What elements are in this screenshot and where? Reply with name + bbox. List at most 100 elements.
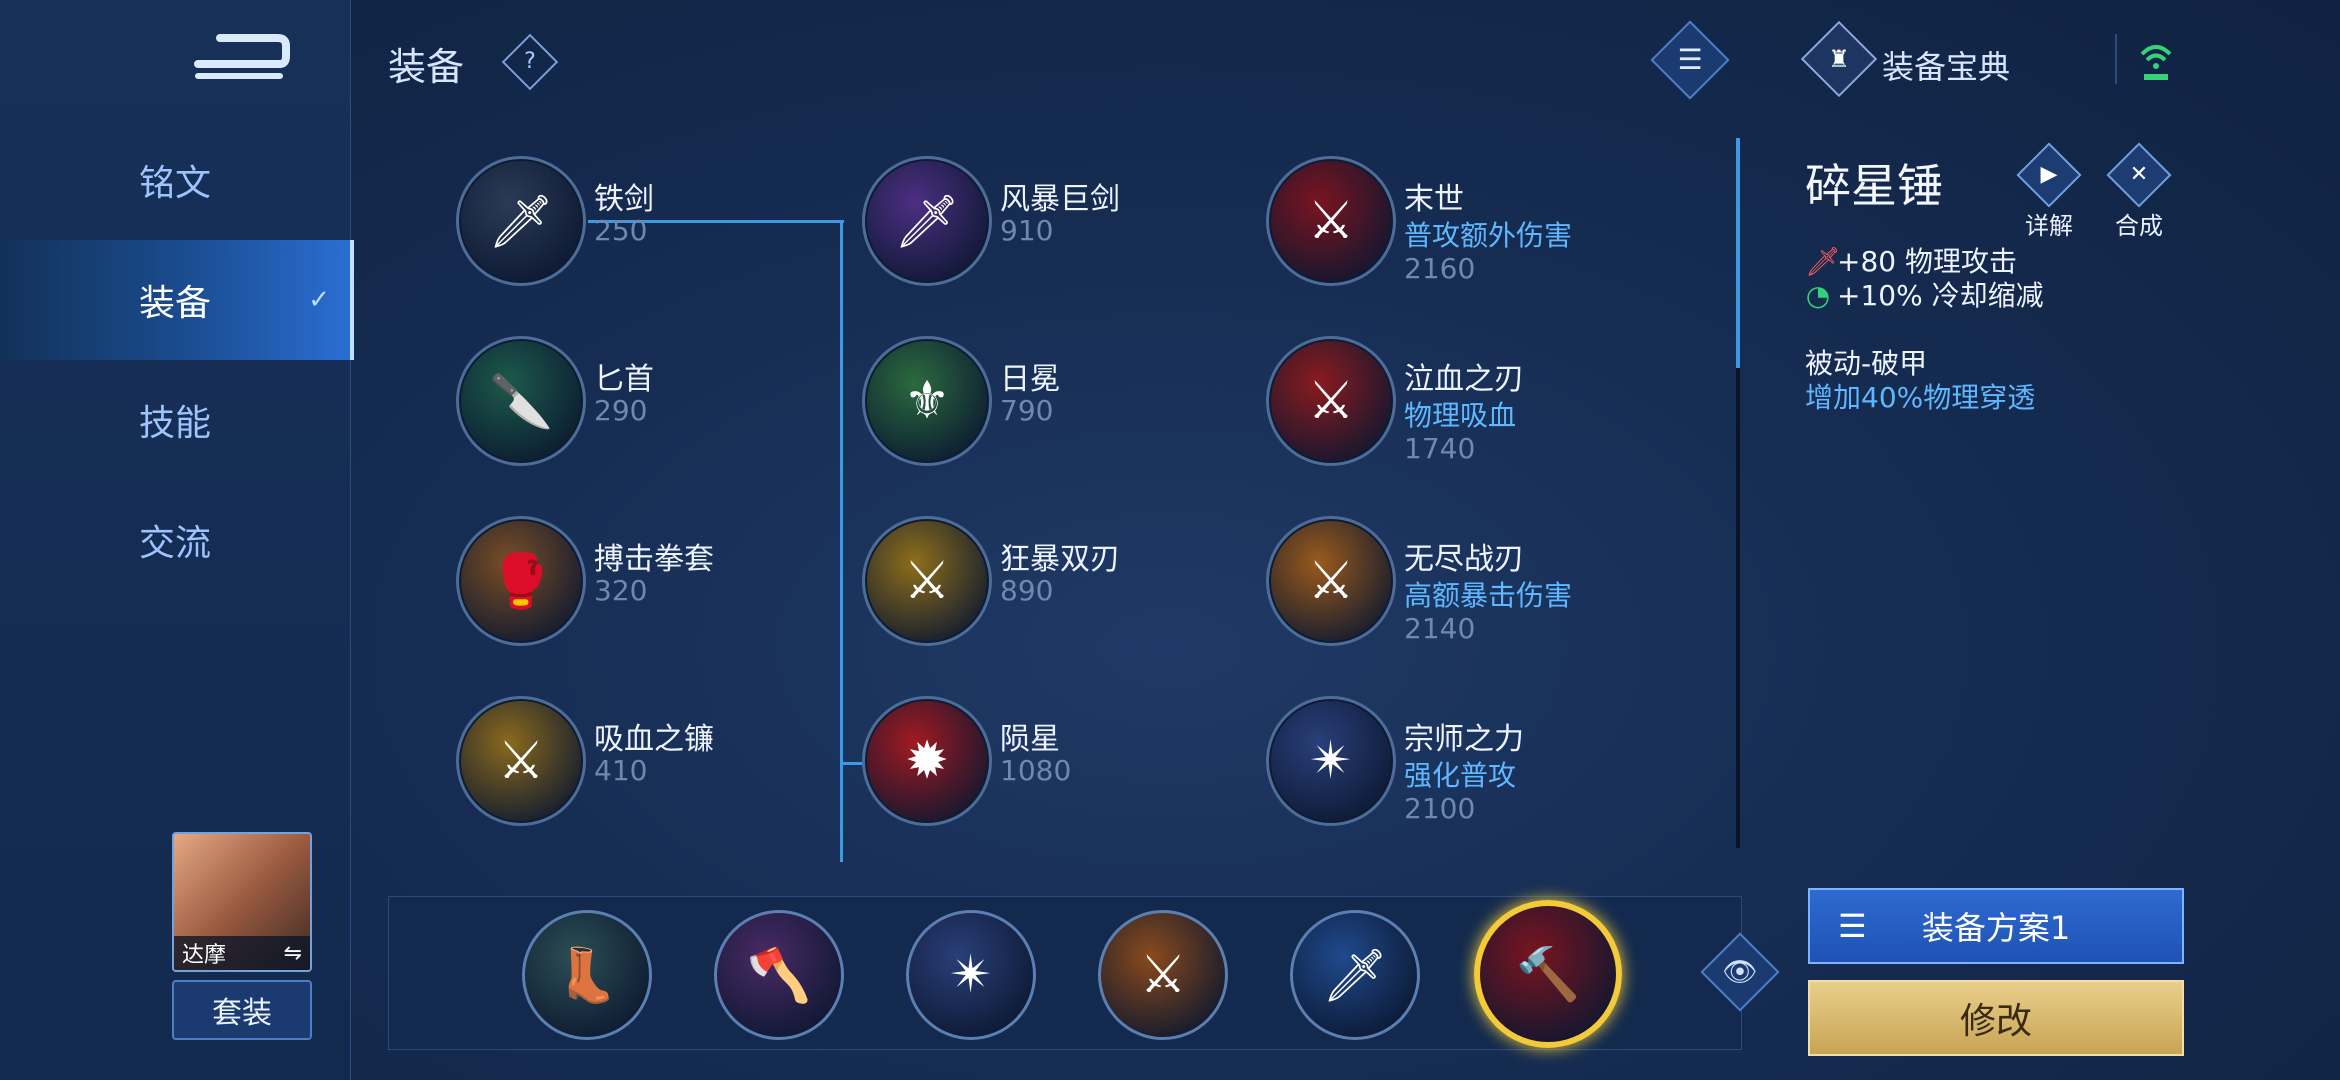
gauntlet-icon: 🥊	[456, 516, 586, 646]
twin-blades-icon: ⚔	[862, 516, 992, 646]
doomsday-icon: ⚔	[1266, 156, 1396, 286]
item-meteor[interactable]: ✹ 陨星 1080	[862, 696, 1282, 826]
infinity-blade-icon: ⚔	[1266, 516, 1396, 646]
item-price: 890	[1000, 574, 1054, 607]
iron-sword-icon: 🗡	[456, 156, 586, 286]
compose-icon: ✕	[2106, 142, 2172, 208]
item-price: 2140	[1404, 612, 1476, 645]
compose-button[interactable]: ✕ 合成	[2104, 142, 2174, 241]
check-icon: ✓	[308, 285, 330, 315]
item-price: 790	[1000, 394, 1054, 427]
item-desc: 高额暴击伤害	[1404, 579, 1573, 612]
item-price: 2160	[1404, 252, 1476, 285]
modify-button[interactable]: 修改	[1808, 980, 2184, 1056]
item-dagger[interactable]: 🔪 匕首 290	[456, 336, 876, 466]
item-price: 2100	[1404, 792, 1476, 825]
equipment-plan-button[interactable]: ☰ 装备方案1	[1808, 888, 2184, 964]
item-name: 匕首	[594, 362, 654, 397]
back-arrow-icon[interactable]	[190, 28, 290, 88]
item-price: 410	[594, 754, 648, 787]
item-name: 狂暴双刃	[1000, 542, 1120, 577]
compose-label: 合成	[2115, 212, 2163, 240]
item-price: 1080	[1000, 754, 1072, 787]
item-iron-sword[interactable]: 🗡 铁剑 250	[456, 156, 876, 286]
sidebar-item-skills[interactable]: 技能	[0, 360, 350, 480]
sidebar-item-label: 交流	[138, 523, 211, 564]
sidebar: 铭文 装备 ✓ 技能 交流 达摩 ⇋ 套装	[0, 0, 354, 1080]
item-desc: 强化普攻	[1404, 759, 1517, 792]
item-detail-title: 碎星锤	[1805, 159, 1943, 213]
passive-desc: 增加40%物理穿透	[1805, 381, 2036, 414]
storm-sword-icon: 🗡	[1321, 945, 1388, 1006]
item-berserk-blades[interactable]: ⚔ 狂暴双刃 890	[862, 516, 1282, 646]
item-name: 铁剑	[594, 182, 654, 217]
item-gauntlet[interactable]: 🥊 搏击拳套 320	[456, 516, 876, 646]
build-slot-storm-sword[interactable]: 🗡	[1290, 910, 1420, 1040]
panel-divider	[1736, 138, 1740, 848]
play-icon: ▶	[2016, 142, 2082, 208]
item-corona[interactable]: ⚜ 日冕 790	[862, 336, 1282, 466]
item-price: 290	[594, 394, 648, 427]
topbar-divider	[2115, 34, 2117, 84]
item-doomsday[interactable]: ⚔ 末世 普攻额外伤害 2160	[1266, 156, 1686, 286]
plan-label: 装备方案1	[1921, 909, 2071, 947]
codex-icon[interactable]: ♜	[1800, 20, 1878, 98]
suit-button[interactable]: 套装	[172, 980, 312, 1040]
sidebar-item-label: 技能	[138, 403, 211, 444]
hero-portrait[interactable]: 达摩 ⇋	[172, 832, 312, 972]
details-button[interactable]: ▶ 详解	[2014, 142, 2084, 241]
sidebar-item-label: 装备	[138, 283, 211, 324]
corona-icon: ⚜	[862, 336, 992, 466]
play-glyph: ▶	[2040, 162, 2058, 187]
item-name: 风暴巨剑	[1000, 182, 1120, 217]
master-power-icon: ✴	[1266, 696, 1396, 826]
wifi-signal-icon	[2140, 45, 2172, 80]
item-name: 陨星	[1000, 722, 1060, 757]
item-name: 搏击拳套	[594, 542, 714, 577]
build-slot-master-power[interactable]: ✴	[906, 910, 1036, 1040]
sidebar-item-inscription[interactable]: 铭文	[0, 120, 350, 240]
help-glyph: ?	[524, 49, 536, 74]
compose-glyph: ✕	[2129, 162, 2149, 187]
page-title: 装备	[388, 45, 465, 89]
meteor-icon: ✹	[862, 696, 992, 826]
item-name: 泣血之刃	[1404, 362, 1524, 397]
item-price: 910	[1000, 214, 1054, 247]
help-icon[interactable]: ?	[501, 33, 559, 91]
dagger-icon: 🔪	[456, 336, 586, 466]
hero-name: 达摩	[182, 943, 227, 968]
master-power-icon: ✴	[949, 945, 993, 1005]
details-label: 详解	[2025, 212, 2073, 240]
item-infinity-blade[interactable]: ⚔ 无尽战刃 高额暴击伤害 2140	[1266, 516, 1686, 646]
item-master-power[interactable]: ✴ 宗师之力 强化普攻 2100	[1266, 696, 1686, 826]
codex-glyph: ♜	[1828, 45, 1850, 73]
item-desc: 普攻额外伤害	[1404, 219, 1573, 252]
sidebar-item-chat[interactable]: 交流	[0, 480, 350, 600]
menu-icon[interactable]: ☰	[1650, 20, 1730, 100]
item-name: 吸血之镰	[594, 722, 714, 757]
item-price: 320	[594, 574, 648, 607]
sidebar-item-label: 铭文	[138, 163, 211, 204]
sidebar-item-equipment[interactable]: 装备 ✓	[0, 240, 354, 360]
stat-text: +10% 冷却缩减	[1837, 279, 2044, 312]
bloodweeper-icon: ⚔	[1266, 336, 1396, 466]
build-slot-star-hammer[interactable]: 🔨	[1474, 900, 1622, 1048]
swap-icon[interactable]: ⇋	[284, 941, 302, 966]
storm-sword-icon: 🗡	[862, 156, 992, 286]
build-slot-boots[interactable]: 👢	[522, 910, 652, 1040]
stat-cooldown: ◔ +10% 冷却缩减	[1805, 274, 2044, 314]
item-price: 250	[594, 214, 648, 247]
build-slot-axe[interactable]: 🪓	[714, 910, 844, 1040]
menu-glyph: ☰	[1677, 43, 1703, 76]
codex-link[interactable]: 装备宝典	[1882, 42, 2010, 88]
scythe-icon: ⚔	[456, 696, 586, 826]
item-vampire-scythe[interactable]: ⚔ 吸血之镰 410	[456, 696, 876, 826]
item-name: 宗师之力	[1404, 722, 1524, 757]
eye-glyph: 👁	[1722, 955, 1758, 988]
item-desc: 物理吸血	[1404, 399, 1517, 432]
item-bloodweeper[interactable]: ⚔ 泣血之刃 物理吸血 1740	[1266, 336, 1686, 466]
item-price: 1740	[1404, 432, 1476, 465]
item-storm-sword[interactable]: 🗡 风暴巨剑 910	[862, 156, 1282, 286]
boots-icon: 👢	[554, 945, 620, 1006]
build-slot-infinity-blade[interactable]: ⚔	[1098, 910, 1228, 1040]
